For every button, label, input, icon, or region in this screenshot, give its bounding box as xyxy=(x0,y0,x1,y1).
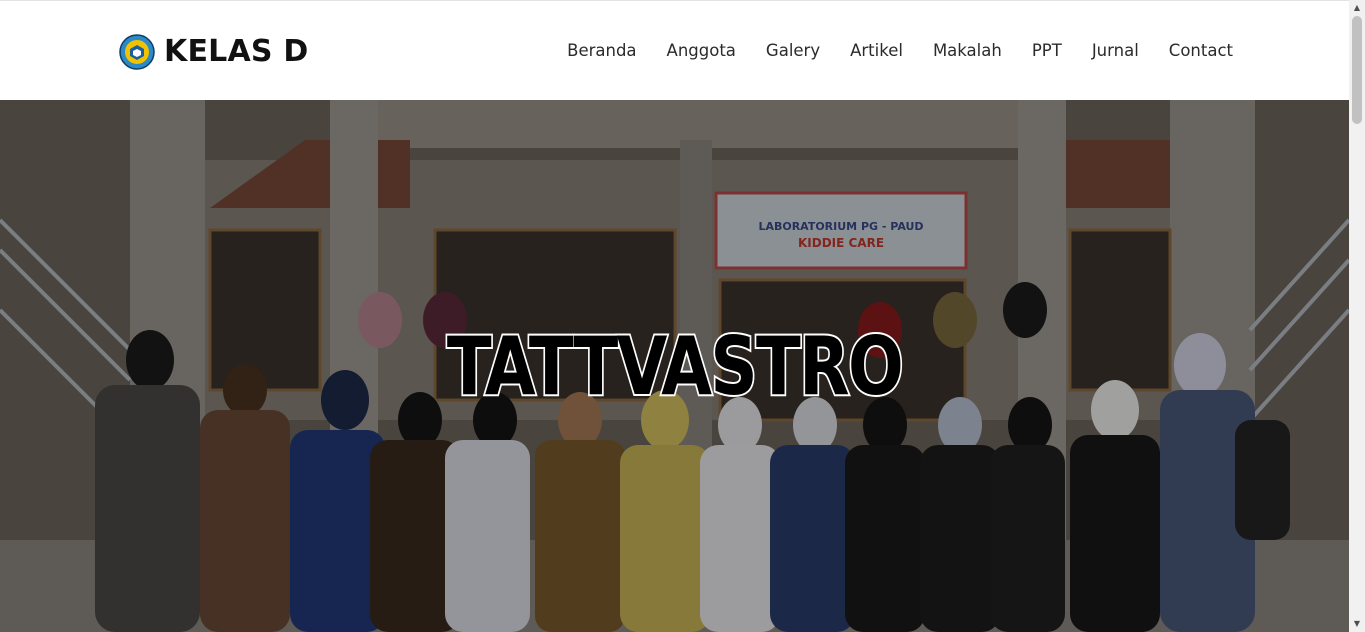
main-nav: Beranda Anggota Galery Artikel Makalah P… xyxy=(567,39,1233,63)
hero-section: LABORATORIUM PG - PAUD KIDDIE CARE TATTV… xyxy=(0,100,1349,632)
scroll-down-arrow-icon[interactable]: ▼ xyxy=(1349,616,1365,632)
nav-ppt[interactable]: PPT xyxy=(1032,39,1062,63)
nav-galery[interactable]: Galery xyxy=(766,39,820,63)
nav-anggota[interactable]: Anggota xyxy=(667,39,736,63)
nav-makalah[interactable]: Makalah xyxy=(933,39,1002,63)
brand-title: KELAS D xyxy=(164,34,309,69)
scroll-thumb[interactable] xyxy=(1352,16,1362,124)
page-scrollbar[interactable]: ▲ ▼ xyxy=(1349,0,1365,632)
nav-beranda[interactable]: Beranda xyxy=(567,39,636,63)
nav-artikel[interactable]: Artikel xyxy=(850,39,903,63)
nav-contact[interactable]: Contact xyxy=(1169,39,1233,63)
scroll-up-arrow-icon[interactable]: ▲ xyxy=(1349,0,1365,16)
nav-jurnal[interactable]: Jurnal xyxy=(1092,39,1139,63)
site-header: KELAS D Beranda Anggota Galery Artikel M… xyxy=(0,0,1349,100)
hero-title: TATTVASTRO xyxy=(445,320,905,413)
brand[interactable]: KELAS D xyxy=(119,34,308,70)
school-emblem-icon xyxy=(119,34,155,70)
